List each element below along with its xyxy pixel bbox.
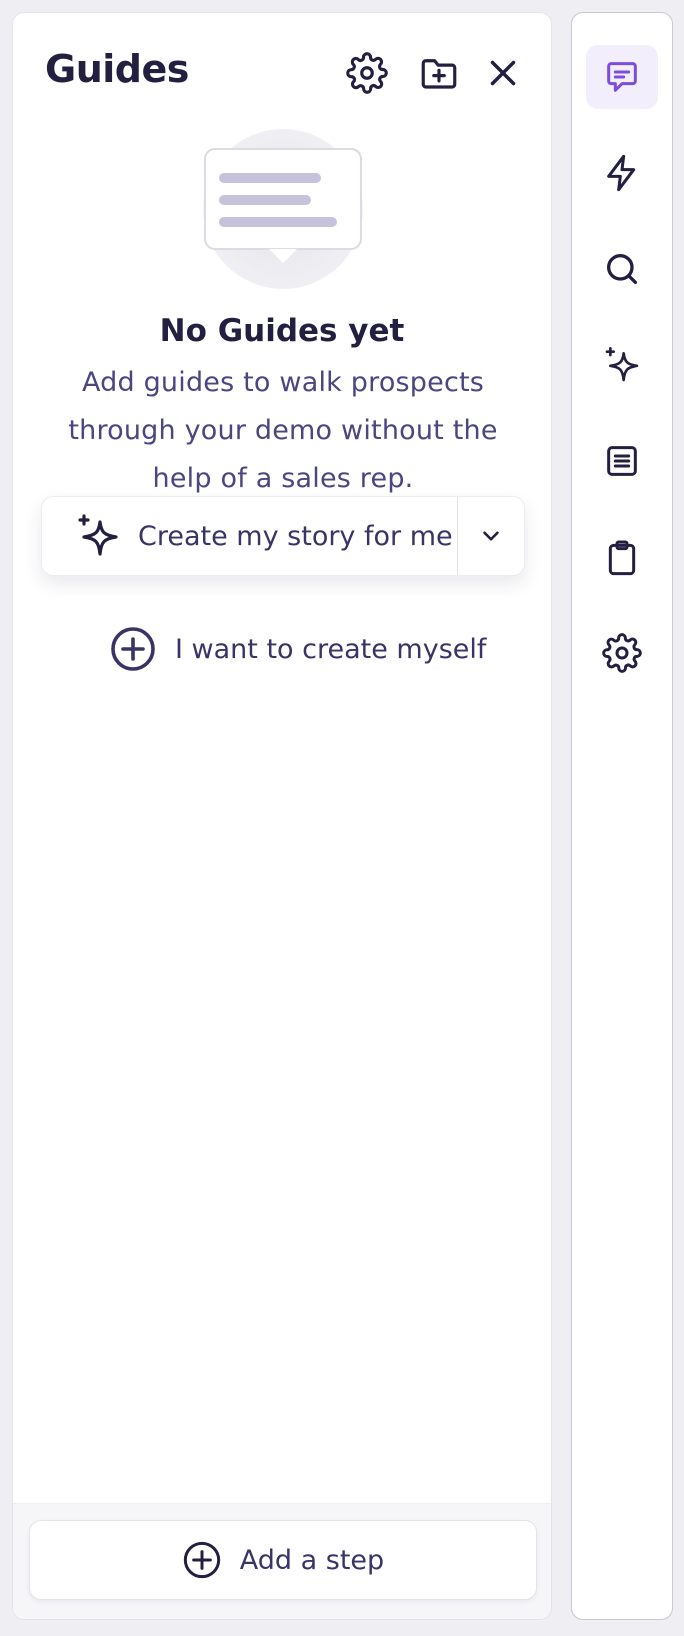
empty-state-description: Add guides to walk prospects through you… — [68, 367, 498, 494]
document-icon — [607, 446, 637, 476]
empty-guides-illustration — [203, 129, 363, 289]
rail-item-actions[interactable] — [586, 141, 658, 205]
sparkle-icon — [605, 347, 639, 382]
clipboard-icon — [608, 540, 636, 576]
gear-icon — [346, 52, 388, 94]
create-myself-button[interactable]: I want to create myself — [109, 621, 486, 677]
lightning-icon — [607, 154, 636, 192]
panel-header: Guides — [13, 13, 551, 123]
create-story-split-button: Create my story for me — [41, 496, 525, 576]
message-square-icon — [607, 62, 637, 92]
rail-item-guides[interactable] — [586, 45, 658, 109]
rail-item-settings[interactable] — [586, 621, 658, 685]
folder-plus-icon — [421, 59, 457, 89]
create-story-label: Create my story for me — [138, 520, 453, 552]
close-icon — [490, 60, 516, 86]
create-options-dropdown[interactable] — [458, 497, 524, 575]
gear-icon — [602, 633, 642, 673]
guides-panel: Guides No Guides yet Add guides to walk … — [12, 12, 552, 1620]
chevron-down-icon — [483, 531, 499, 541]
rail-item-search[interactable] — [586, 237, 658, 301]
add-step-button[interactable]: Add a step — [29, 1520, 537, 1600]
empty-state-title: No Guides yet — [159, 313, 405, 349]
side-rail — [571, 12, 673, 1620]
rail-item-ai[interactable] — [586, 333, 658, 397]
create-myself-label: I want to create myself — [175, 633, 487, 665]
rail-item-clipboard[interactable] — [586, 525, 658, 589]
plus-circle-icon — [183, 1541, 220, 1579]
guide-settings-button[interactable] — [343, 49, 391, 97]
rail-item-content[interactable] — [586, 429, 658, 493]
close-button[interactable] — [479, 49, 527, 97]
search-icon — [607, 253, 637, 284]
plus-circle-icon — [111, 627, 155, 671]
sparkle-icon — [78, 514, 118, 556]
create-story-button[interactable]: Create my story for me — [42, 497, 458, 575]
add-step-label: Add a step — [239, 1544, 385, 1576]
panel-footer: Add a step — [13, 1503, 551, 1619]
panel-title: Guides — [45, 47, 189, 91]
new-folder-button[interactable] — [415, 49, 463, 97]
